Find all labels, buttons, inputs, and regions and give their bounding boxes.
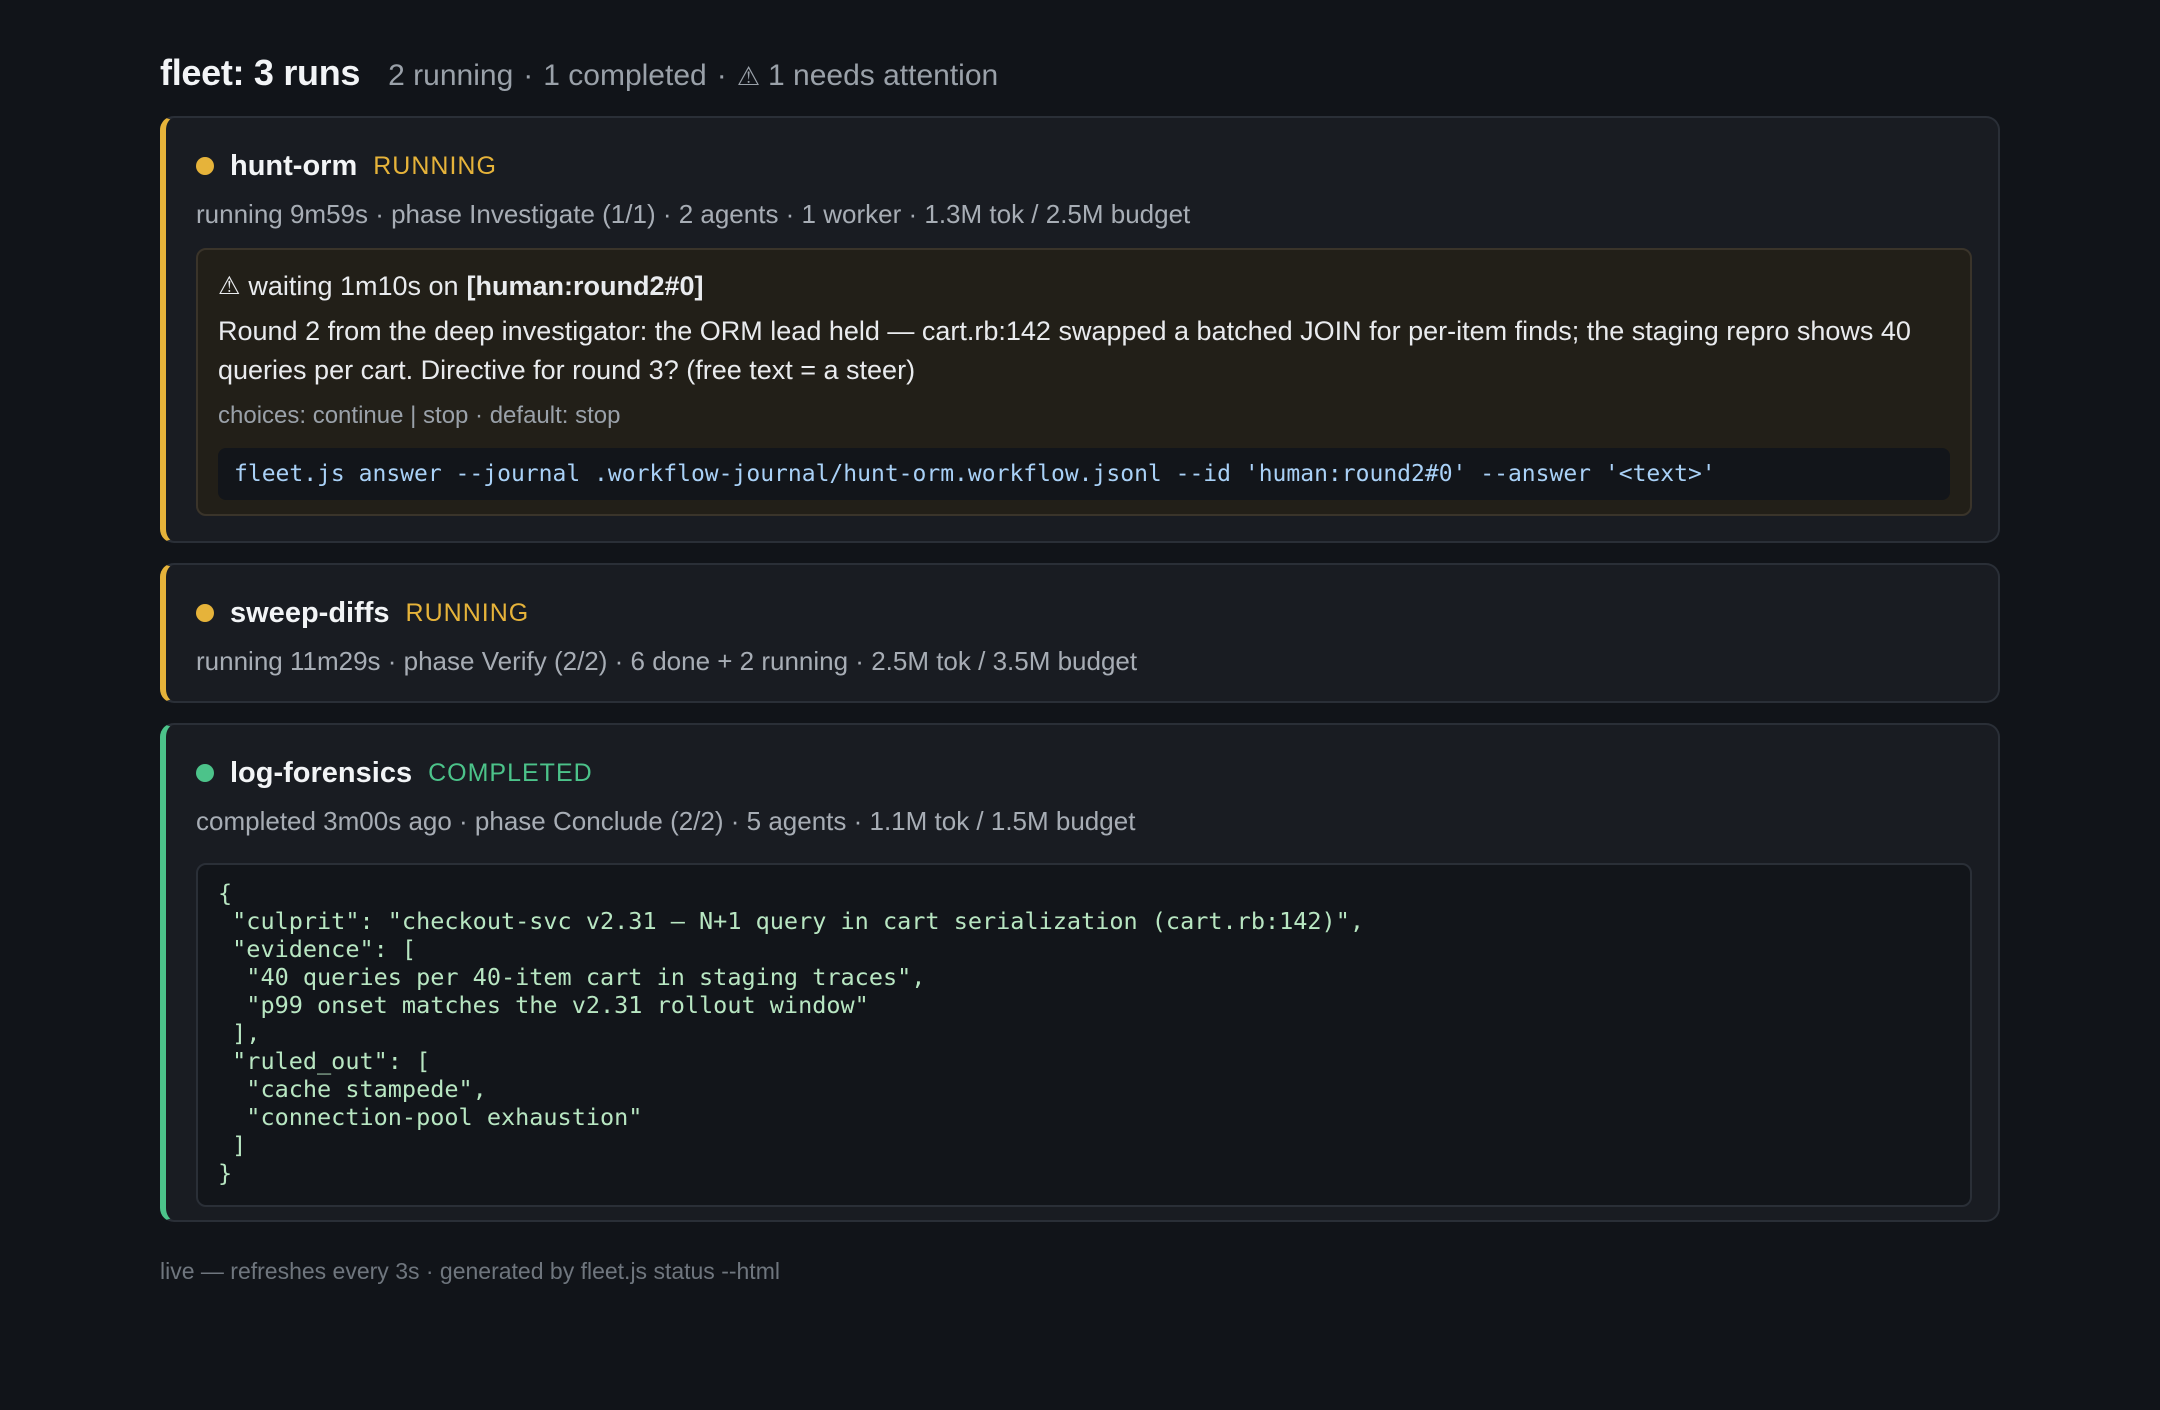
page-header: fleet: 3 runs 2 running · 1 completed · … bbox=[160, 52, 2000, 100]
run-name: hunt-orm bbox=[230, 149, 358, 182]
run-state-badge: RUNNING bbox=[405, 598, 530, 627]
waiting-line: ⚠ waiting 1m10s on [human:round2#0] bbox=[218, 268, 1950, 304]
run-meta: running 9m59s · phase Investigate (1/1) … bbox=[196, 199, 1191, 229]
run-meta: running 11m29s · phase Verify (2/2) · 6 … bbox=[196, 646, 1138, 676]
attention-message: Round 2 from the deep investigator: the … bbox=[218, 316, 1911, 385]
answer-command[interactable]: fleet.js answer --journal .workflow-jour… bbox=[218, 448, 1950, 500]
running-count: 2 running bbox=[388, 59, 514, 92]
status-dot bbox=[196, 604, 214, 622]
attention-panel: ⚠ waiting 1m10s on [human:round2#0] Roun… bbox=[196, 248, 1972, 516]
separator: · bbox=[523, 59, 534, 92]
run-summary: 2 running · 1 completed · ⚠ 1 needs atte… bbox=[388, 59, 998, 93]
separator: · bbox=[716, 59, 727, 92]
run-header: log-forensics COMPLETED bbox=[196, 753, 1972, 793]
run-header: sweep-diffs RUNNING bbox=[196, 593, 1972, 633]
result-json: { "culprit": "checkout-svc v2.31 — N+1 q… bbox=[196, 863, 1972, 1207]
run-card-sweep-diffs: sweep-diffs RUNNING running 11m29s · pha… bbox=[160, 563, 2000, 703]
status-dot bbox=[196, 764, 214, 782]
run-card-hunt-orm: hunt-orm RUNNING running 9m59s · phase I… bbox=[160, 116, 2000, 543]
warning-icon: ⚠ bbox=[736, 61, 761, 91]
completed-count: 1 completed bbox=[543, 59, 707, 92]
footer-note: live — refreshes every 3s · generated by… bbox=[160, 1258, 780, 1284]
waiting-ref: [human:round2#0] bbox=[466, 271, 704, 301]
page-title: fleet: 3 runs bbox=[160, 52, 361, 93]
waiting-text: waiting 1m10s on bbox=[248, 271, 459, 301]
run-name: sweep-diffs bbox=[230, 596, 390, 629]
status-dot bbox=[196, 157, 214, 175]
fleet-status-page: fleet: 3 runs 2 running · 1 completed · … bbox=[160, 52, 2000, 1285]
run-card-log-forensics: log-forensics COMPLETED completed 3m00s … bbox=[160, 723, 2000, 1222]
attention-choices: choices: continue | stop · default: stop bbox=[218, 402, 621, 429]
run-state-badge: COMPLETED bbox=[428, 758, 593, 787]
run-header: hunt-orm RUNNING bbox=[196, 146, 1972, 186]
run-meta: completed 3m00s ago · phase Conclude (2/… bbox=[196, 806, 1136, 836]
run-name: log-forensics bbox=[230, 756, 413, 789]
run-state-badge: RUNNING bbox=[373, 151, 497, 180]
warning-icon: ⚠ bbox=[218, 272, 241, 300]
attention-count: 1 needs attention bbox=[768, 59, 999, 92]
